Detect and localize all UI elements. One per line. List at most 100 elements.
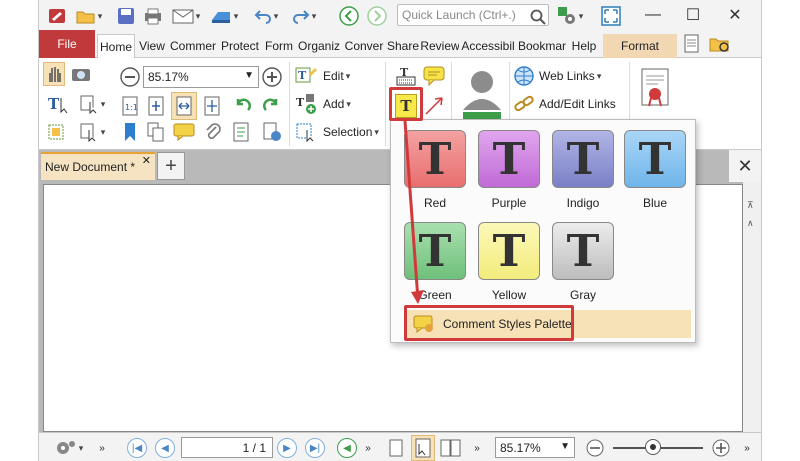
tab-format[interactable]: Format <box>603 34 677 58</box>
close-icon[interactable]: ✕ <box>142 154 151 167</box>
more-layout-icon[interactable]: » <box>469 437 485 459</box>
tab-help[interactable]: Help <box>569 34 599 58</box>
certificate-icon[interactable] <box>639 66 671 110</box>
fullscreen-icon[interactable] <box>599 5 623 27</box>
vertical-scrollbar[interactable]: ⊼ ∧ <box>743 182 761 432</box>
palette-icon <box>413 315 433 334</box>
previous-page-icon[interactable]: ◀ <box>155 438 175 458</box>
email-icon[interactable]: ▾ <box>169 5 203 27</box>
zoom-out-icon[interactable] <box>119 66 141 88</box>
attachment-icon[interactable] <box>201 120 225 144</box>
undo-icon[interactable]: ▾ <box>251 5 281 27</box>
close-window-button[interactable]: ✕ <box>715 2 755 28</box>
tab-file[interactable]: File <box>39 30 95 58</box>
text-box-icon[interactable]: T <box>395 94 417 118</box>
thumbnails-icon[interactable] <box>145 120 167 144</box>
page-number-input[interactable]: 1 / 1 <box>181 437 273 458</box>
tab-share[interactable]: Share <box>387 34 419 58</box>
zoom-in-small-icon[interactable] <box>711 438 731 458</box>
new-tab-button[interactable]: + <box>157 152 185 180</box>
continuous-page-icon[interactable] <box>411 435 435 461</box>
settings-icon[interactable]: ▾ <box>555 5 585 27</box>
zoom-slider-thumb[interactable] <box>645 439 661 455</box>
tab-home[interactable]: Home <box>97 34 135 59</box>
open-file-icon[interactable]: ▾ <box>73 5 105 27</box>
print-icon[interactable] <box>141 5 165 27</box>
style-purple[interactable]: T Purple <box>473 126 545 218</box>
last-page-icon[interactable]: ▶| <box>305 438 325 458</box>
fit-width-icon[interactable] <box>171 92 197 120</box>
tab-comment[interactable]: Commer <box>169 34 217 58</box>
comment-styles-palette-item[interactable]: Comment Styles Palette <box>405 310 691 338</box>
typewriter-icon[interactable]: T <box>395 64 417 88</box>
redo-icon[interactable]: ▾ <box>289 5 319 27</box>
next-page-icon[interactable]: ▶ <box>277 438 297 458</box>
find-folder-icon[interactable] <box>707 33 733 55</box>
rotate-left-icon[interactable] <box>231 94 255 118</box>
document-settings-icon[interactable] <box>259 120 285 144</box>
forward-nav-icon[interactable] <box>365 5 389 27</box>
style-blue[interactable]: T Blue <box>619 126 691 218</box>
web-links-button[interactable]: Web Links ▾ <box>513 64 601 88</box>
fit-visible-icon[interactable] <box>201 94 223 118</box>
rotate-right-icon[interactable] <box>259 94 283 118</box>
style-red[interactable]: T Red <box>399 126 471 218</box>
close-document-button[interactable]: ✕ <box>729 150 761 182</box>
zoom-level-select[interactable]: 85.17% ▼ <box>143 66 259 88</box>
selection-button[interactable]: Selection ▾ <box>295 120 379 144</box>
tab-convert[interactable]: Conver <box>343 34 385 58</box>
previous-view-icon[interactable]: ◀ <box>337 438 357 458</box>
maximize-button[interactable]: ☐ <box>673 2 713 28</box>
more-zoom-icon[interactable]: » <box>739 437 755 459</box>
tab-form[interactable]: Form <box>263 34 295 58</box>
more-nav-icon[interactable]: » <box>361 437 375 459</box>
save-icon[interactable] <box>115 5 137 27</box>
scan-icon[interactable]: ▾ <box>207 5 241 27</box>
note-comment-icon[interactable] <box>421 64 447 88</box>
add-edit-links-button[interactable]: Add/Edit Links <box>513 92 616 116</box>
select-text-icon[interactable]: T <box>43 92 73 116</box>
style-indigo[interactable]: T Indigo <box>547 126 619 218</box>
search-icon[interactable] <box>529 6 547 28</box>
comments-pane-icon[interactable] <box>171 120 197 144</box>
back-nav-icon[interactable] <box>337 5 361 27</box>
callout-arrow-icon[interactable] <box>421 92 447 118</box>
edit-button[interactable]: T Edit ▾ <box>295 64 350 88</box>
zoom-in-icon[interactable] <box>261 66 283 88</box>
tools-settings-icon[interactable]: ▾ <box>49 437 89 459</box>
style-gray[interactable]: T Gray <box>547 218 619 310</box>
tab-protect[interactable]: Protect <box>219 34 261 58</box>
zoom-out-small-icon[interactable] <box>585 438 605 458</box>
fit-page-icon[interactable] <box>145 94 167 118</box>
add-button[interactable]: T Add ▾ <box>295 92 351 116</box>
object-select-icon[interactable]: ▾ <box>75 120 109 144</box>
more-tools-icon[interactable]: » <box>93 437 111 459</box>
quick-launch-input[interactable]: Quick Launch (Ctrl+.) <box>397 4 549 26</box>
status-bar: ▾ » |◀ ◀ 1 / 1 ▶ ▶| ◀ » » 85.17% ▼ » <box>39 432 761 461</box>
style-green[interactable]: T Green <box>399 218 471 310</box>
document-properties-icon[interactable] <box>679 33 705 55</box>
document-tab[interactable]: New Document * ✕ <box>41 152 155 180</box>
select-comments-icon[interactable]: ▾ <box>75 92 109 116</box>
tab-accessibility[interactable]: Accessibil <box>461 34 515 58</box>
tab-bookmarks[interactable]: Bookmar <box>517 34 567 58</box>
actual-size-icon[interactable]: 1:1 <box>119 94 141 118</box>
tab-review[interactable]: Review <box>421 34 459 58</box>
single-page-icon[interactable] <box>385 437 407 459</box>
edit-objects-icon[interactable] <box>43 120 73 144</box>
identity-icon[interactable] <box>459 64 505 124</box>
bookmark-icon[interactable] <box>119 120 141 144</box>
first-page-icon[interactable]: |◀ <box>127 438 147 458</box>
scroll-top-icon[interactable]: ⊼ <box>747 200 757 210</box>
minimize-button[interactable]: — <box>633 2 673 28</box>
snapshot-icon[interactable] <box>69 62 93 86</box>
style-yellow[interactable]: T Yellow <box>473 218 545 310</box>
style-swatch: T <box>624 130 686 188</box>
fields-icon[interactable] <box>229 120 253 144</box>
status-zoom-select[interactable]: 85.17% ▼ <box>495 437 575 458</box>
scroll-up-icon[interactable]: ∧ <box>747 218 757 228</box>
hand-tool-icon[interactable] <box>43 62 65 86</box>
tab-organize[interactable]: Organiz <box>297 34 341 58</box>
facing-pages-icon[interactable] <box>439 437 463 459</box>
tab-view[interactable]: View <box>137 34 167 58</box>
